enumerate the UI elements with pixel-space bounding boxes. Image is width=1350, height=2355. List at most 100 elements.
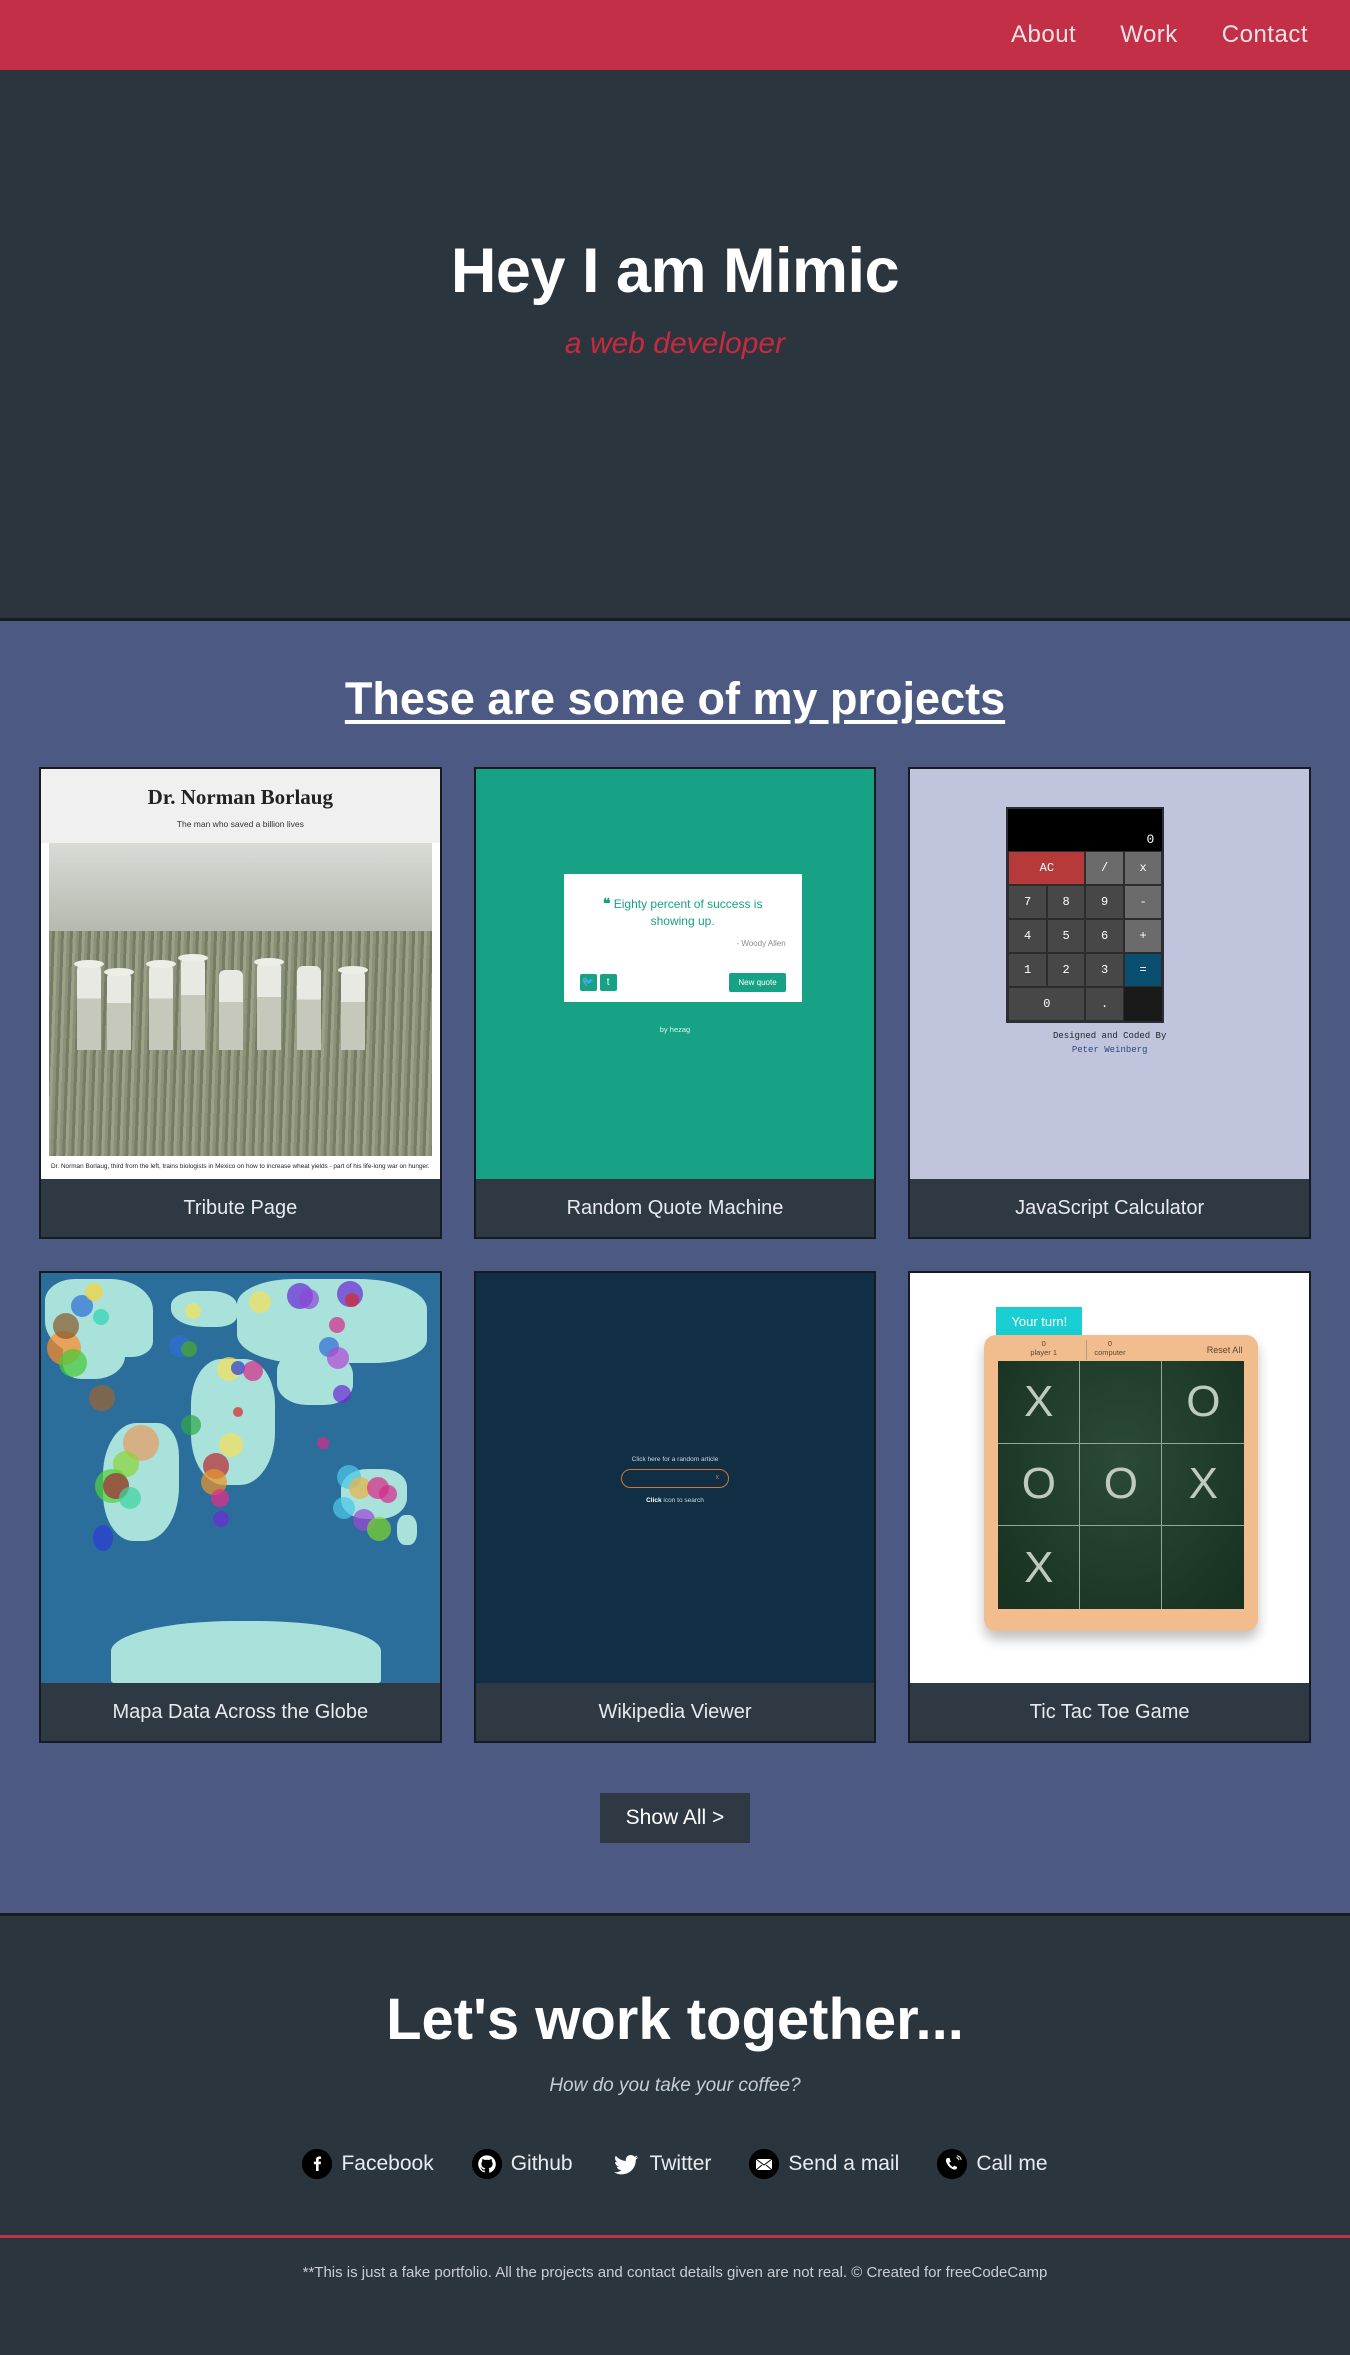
project-card-javascript-calculator[interactable]: 0 AC / x 7 8 9 - 4 5 6 + 1 2 3 = 0 . Des… bbox=[908, 767, 1311, 1239]
project-card-map-data[interactable]: Mapa Data Across the Globe bbox=[39, 1271, 442, 1743]
show-all-button[interactable]: Show All > bbox=[599, 1793, 751, 1843]
calculator-credit-author: Peter Weinberg bbox=[1071, 1045, 1148, 1056]
tictactoe-cell-4[interactable]: O bbox=[1080, 1443, 1163, 1527]
calc-key-7[interactable]: 7 bbox=[1008, 885, 1047, 919]
calculator-display: 0 bbox=[1146, 832, 1155, 847]
tictactoe-player1-label: player 1 bbox=[1030, 1348, 1058, 1357]
social-link-email[interactable]: Send a mail bbox=[749, 2149, 899, 2179]
world-map bbox=[41, 1273, 440, 1683]
calc-key-ac[interactable]: AC bbox=[1008, 851, 1086, 885]
tumblr-share-icon[interactable]: t bbox=[599, 974, 617, 991]
tictactoe-cell-0[interactable]: X bbox=[998, 1361, 1081, 1444]
tictactoe-reset-button[interactable]: Reset All bbox=[1207, 1345, 1243, 1355]
quote-mark-icon: ❝ bbox=[602, 895, 611, 911]
wikipedia-random-text: Click here for a random article bbox=[631, 1456, 719, 1463]
calculator-body: 0 AC / x 7 8 9 - 4 5 6 + 1 2 3 = 0 . bbox=[1006, 807, 1165, 1023]
tictactoe-cell-1[interactable] bbox=[1080, 1361, 1163, 1444]
project-card-wikipedia-viewer[interactable]: Click here for a random article x Click … bbox=[473, 1271, 877, 1743]
tribute-subtitle: The man who saved a billion lives bbox=[176, 819, 304, 829]
project-card-tribute-page[interactable]: Dr. Norman Borlaug The man who saved a b… bbox=[39, 767, 442, 1239]
project-thumb-tic-tac-toe: Your turn! 0 player 1 0 computer Reset A… bbox=[910, 1273, 1309, 1683]
nav-link-contact[interactable]: Contact bbox=[1222, 21, 1308, 49]
calc-key-5[interactable]: 5 bbox=[1046, 919, 1086, 953]
tribute-photo bbox=[49, 843, 432, 1156]
calc-key-equals[interactable]: = bbox=[1123, 953, 1163, 987]
tictactoe-computer-score-block: 0 computer bbox=[1094, 1339, 1125, 1357]
tribute-title: Dr. Norman Borlaug bbox=[147, 785, 333, 809]
project-label-javascript-calculator: JavaScript Calculator bbox=[910, 1179, 1309, 1237]
social-label-phone: Call me bbox=[976, 2152, 1048, 2175]
calc-key-9[interactable]: 9 bbox=[1085, 885, 1124, 919]
project-label-tribute-page: Tribute Page bbox=[41, 1179, 440, 1237]
tictactoe-board: X O O O X X bbox=[998, 1361, 1245, 1609]
tictactoe-player1-score: 0 bbox=[1041, 1339, 1046, 1348]
social-label-twitter: Twitter bbox=[649, 2152, 712, 2175]
new-quote-button[interactable]: New quote bbox=[729, 973, 786, 992]
calc-key-6[interactable]: 6 bbox=[1085, 919, 1124, 953]
tictactoe-cell-8[interactable] bbox=[1162, 1526, 1244, 1609]
tictactoe-cell-7[interactable] bbox=[1080, 1526, 1163, 1609]
tictactoe-computer-label: computer bbox=[1094, 1348, 1126, 1357]
wikipedia-hint-bold: Click bbox=[646, 1497, 662, 1504]
social-label-facebook: Facebook bbox=[341, 2152, 434, 2175]
calc-key-minus[interactable]: - bbox=[1123, 885, 1163, 919]
nav-link-about[interactable]: About bbox=[1011, 21, 1076, 49]
calc-key-multiply[interactable]: x bbox=[1123, 851, 1163, 885]
calc-key-0[interactable]: 0 bbox=[1008, 987, 1086, 1021]
quote-text: Eighty percent of success is showing up. bbox=[613, 897, 763, 928]
quote-actions: 🐦 t New quote bbox=[579, 973, 786, 992]
social-link-facebook[interactable]: Facebook bbox=[302, 2149, 434, 2179]
projects-grid: Dr. Norman Borlaug The man who saved a b… bbox=[39, 767, 1311, 1743]
project-thumb-javascript-calculator: 0 AC / x 7 8 9 - 4 5 6 + 1 2 3 = 0 . Des… bbox=[910, 769, 1309, 1179]
footer-text: **This is just a fake portfolio. All the… bbox=[302, 2264, 1048, 2281]
calc-key-divide[interactable]: / bbox=[1085, 851, 1124, 885]
project-card-tic-tac-toe[interactable]: Your turn! 0 player 1 0 computer Reset A… bbox=[908, 1271, 1311, 1743]
quote-card: ❝ Eighty percent of success is showing u… bbox=[563, 874, 802, 1002]
social-label-github: Github bbox=[510, 2152, 573, 2175]
project-label-map-data: Mapa Data Across the Globe bbox=[41, 1683, 440, 1741]
tribute-header: Dr. Norman Borlaug The man who saved a b… bbox=[41, 769, 440, 843]
hero-subtitle: a web developer bbox=[564, 327, 786, 360]
calc-key-8[interactable]: 8 bbox=[1046, 885, 1086, 919]
calc-key-4[interactable]: 4 bbox=[1008, 919, 1047, 953]
quote-text-row: ❝ Eighty percent of success is showing u… bbox=[580, 890, 786, 929]
wikipedia-search-hint: Click icon to search bbox=[476, 1497, 875, 1504]
clear-icon[interactable]: x bbox=[715, 1474, 719, 1481]
tictactoe-computer-score: 0 bbox=[1107, 1339, 1113, 1348]
hero-section: Hey I am Mimic a web developer bbox=[0, 70, 1350, 618]
calculator-credit-line1: Designed and Coded By bbox=[1052, 1031, 1167, 1041]
wikipedia-search-input[interactable]: x bbox=[620, 1469, 729, 1488]
social-link-phone[interactable]: Call me bbox=[937, 2149, 1048, 2179]
tictactoe-cell-6[interactable]: X bbox=[998, 1526, 1081, 1609]
tictactoe-cell-3[interactable]: O bbox=[998, 1443, 1081, 1527]
tictactoe-player1-score-block: 0 player 1 bbox=[1030, 1339, 1057, 1357]
social-label-email: Send a mail bbox=[788, 2152, 900, 2175]
nav-link-work[interactable]: Work bbox=[1120, 21, 1178, 49]
projects-section: These are some of my projects Dr. Norman… bbox=[0, 618, 1350, 1916]
footer: **This is just a fake portfolio. All the… bbox=[0, 2238, 1350, 2309]
contact-coffee-line: How do you take your coffee? bbox=[549, 2075, 801, 2096]
tictactoe-cell-5[interactable]: X bbox=[1162, 1444, 1245, 1527]
calc-key-3[interactable]: 3 bbox=[1085, 953, 1124, 987]
calc-key-1[interactable]: 1 bbox=[1008, 953, 1047, 987]
project-card-random-quote-machine[interactable]: ❝ Eighty percent of success is showing u… bbox=[473, 767, 877, 1239]
quote-credit: by hezag bbox=[659, 1025, 691, 1034]
github-icon bbox=[471, 2149, 502, 2179]
calc-key-plus[interactable]: + bbox=[1123, 919, 1163, 953]
calculator-credit: Designed and Coded By Peter Weinberg bbox=[910, 1029, 1309, 1058]
project-thumb-map-data bbox=[41, 1273, 440, 1683]
tribute-caption: Dr. Norman Borlaug, third from the left,… bbox=[41, 1156, 440, 1179]
envelope-icon bbox=[749, 2149, 780, 2179]
wikipedia-hint-rest: icon to search bbox=[661, 1497, 704, 1504]
twitter-share-icon[interactable]: 🐦 bbox=[579, 974, 597, 991]
social-link-twitter[interactable]: Twitter bbox=[611, 2149, 712, 2179]
calc-key-2[interactable]: 2 bbox=[1046, 953, 1086, 987]
tictactoe-turn-banner: Your turn! bbox=[996, 1307, 1083, 1336]
phone-icon bbox=[937, 2149, 968, 2179]
social-link-github[interactable]: Github bbox=[471, 2149, 573, 2179]
calc-key-decimal[interactable]: . bbox=[1085, 987, 1124, 1021]
project-label-tic-tac-toe: Tic Tac Toe Game bbox=[910, 1683, 1309, 1741]
contact-title: Let's work together... bbox=[386, 1987, 964, 2052]
project-label-random-quote-machine: Random Quote Machine bbox=[475, 1179, 875, 1237]
tictactoe-cell-2[interactable]: O bbox=[1162, 1361, 1245, 1444]
